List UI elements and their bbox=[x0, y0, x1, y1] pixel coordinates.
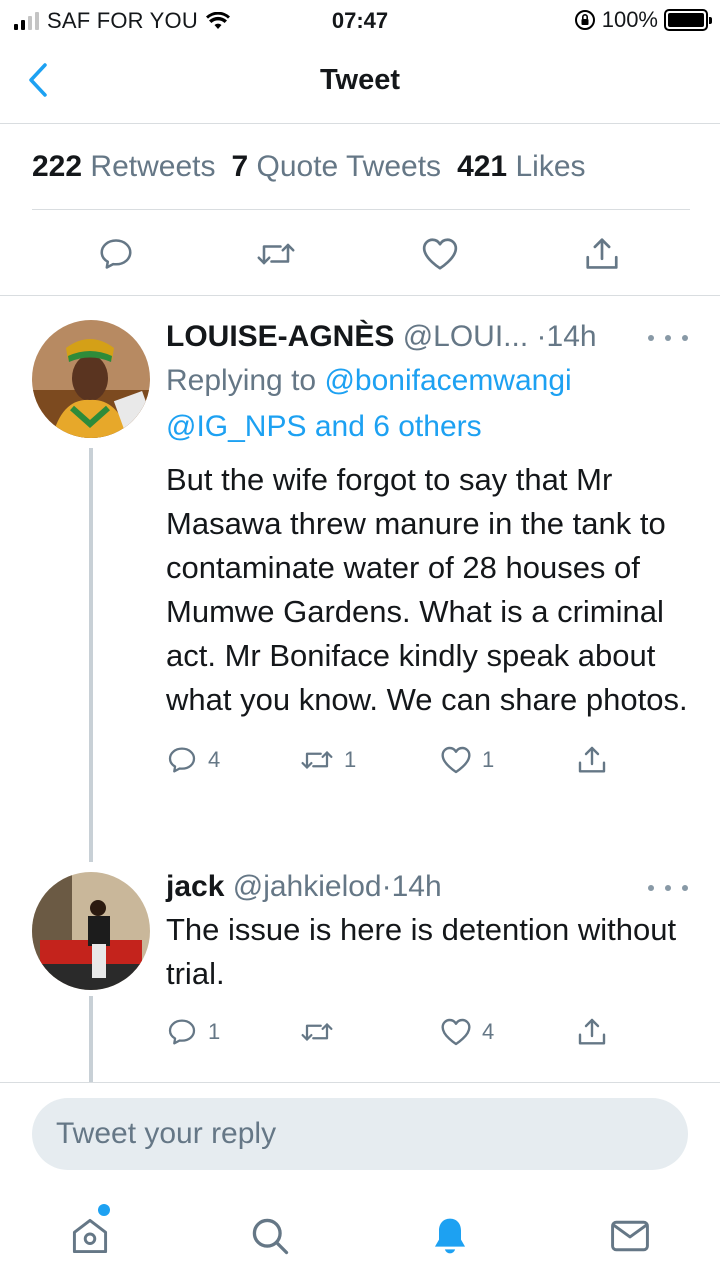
retweet-button[interactable]: 1 bbox=[300, 740, 356, 780]
comment-icon bbox=[168, 747, 196, 773]
avatar-image bbox=[32, 872, 150, 990]
reply-header: jack @jahkielod·14h bbox=[166, 866, 696, 908]
like-button[interactable] bbox=[420, 234, 460, 274]
avatar[interactable] bbox=[32, 872, 150, 990]
more-icon bbox=[648, 335, 654, 341]
reply-button[interactable]: 1 bbox=[166, 1012, 220, 1052]
retweet-button[interactable] bbox=[256, 234, 296, 274]
tab-home[interactable] bbox=[66, 1204, 114, 1260]
retweet-button[interactable] bbox=[300, 1012, 344, 1052]
user-handle[interactable]: @jahkielod bbox=[233, 870, 382, 903]
display-name[interactable]: jack bbox=[166, 870, 224, 903]
retweets-label: Retweets bbox=[90, 149, 216, 183]
likes-count: 421 bbox=[457, 149, 508, 183]
more-button[interactable] bbox=[648, 878, 688, 898]
divider bbox=[0, 1082, 720, 1083]
heart-icon bbox=[441, 746, 471, 774]
share-icon bbox=[578, 746, 606, 773]
reply-button[interactable] bbox=[96, 234, 136, 274]
reply-header: LOUISE-AGNÈS @LOUI... ·14h bbox=[166, 316, 696, 358]
comment-icon bbox=[100, 239, 132, 269]
user-handle[interactable]: @LOUI... bbox=[403, 320, 528, 353]
header: Tweet bbox=[0, 40, 720, 124]
retweet-icon bbox=[301, 1023, 333, 1041]
tweet-text: The issue is here is detention without t… bbox=[166, 912, 677, 991]
status-right: 100% bbox=[574, 7, 712, 33]
tab-bar bbox=[0, 1190, 720, 1280]
heart-icon bbox=[422, 238, 458, 270]
reply-actions: 1 4 bbox=[166, 1012, 696, 1056]
page-title: Tweet bbox=[319, 64, 401, 96]
reply-tweet[interactable]: jack @jahkielod·14h The issue is here is… bbox=[0, 862, 720, 1082]
display-name[interactable]: LOUISE-AGNÈS bbox=[166, 320, 394, 353]
avatar-image bbox=[32, 320, 150, 438]
battery-icon bbox=[664, 9, 712, 31]
battery-percent: 100% bbox=[601, 7, 658, 32]
mention-others-link[interactable]: @IG_NPS and 6 others bbox=[166, 410, 482, 443]
share-button[interactable] bbox=[576, 1012, 608, 1052]
likes-label: Likes bbox=[515, 149, 586, 183]
share-icon bbox=[586, 238, 618, 269]
likes-stat[interactable]: 421 Likes bbox=[457, 150, 585, 184]
separator-dot: · bbox=[381, 870, 392, 903]
more-icon bbox=[648, 885, 654, 891]
tab-messages[interactable] bbox=[606, 1212, 654, 1260]
quote-tweets-stat[interactable]: 7 Quote Tweets bbox=[231, 150, 441, 184]
quote-tweets-count: 7 bbox=[231, 149, 249, 183]
like-button[interactable]: 4 bbox=[440, 1012, 494, 1052]
heart-icon bbox=[441, 1018, 471, 1046]
status-bar: SAF FOR YOU 07:47 100% bbox=[0, 0, 720, 40]
search-icon bbox=[252, 1218, 289, 1255]
replying-to-prefix: Replying to bbox=[166, 364, 317, 397]
share-icon bbox=[578, 1018, 606, 1045]
timestamp: 14h bbox=[391, 870, 442, 903]
orientation-lock-icon bbox=[574, 10, 595, 30]
reply-count: 1 bbox=[208, 1019, 221, 1044]
tweet-stats: 222 Retweets 7 Quote Tweets 421 Likes bbox=[32, 124, 690, 210]
more-button[interactable] bbox=[648, 328, 688, 348]
reply-content: LOUISE-AGNÈS @LOUI... ·14h Replying to @… bbox=[166, 316, 696, 784]
reply-input[interactable] bbox=[32, 1098, 688, 1170]
quote-tweets-label: Quote Tweets bbox=[256, 149, 442, 183]
reply-content: jack @jahkielod·14h The issue is here is… bbox=[166, 866, 696, 1056]
retweet-count: 1 bbox=[344, 747, 357, 772]
share-button[interactable] bbox=[576, 740, 608, 780]
thread-line bbox=[89, 996, 93, 1082]
replying-to: Replying to @bonifacemwangi @IG_NPS and … bbox=[166, 358, 696, 450]
like-count: 4 bbox=[482, 1019, 495, 1044]
tweet-text: But the wife forgot to say that Mr Masaw… bbox=[166, 462, 688, 717]
timestamp: 14h bbox=[546, 320, 597, 353]
mail-icon bbox=[611, 1220, 649, 1252]
home-icon bbox=[72, 1218, 108, 1254]
retweet-icon bbox=[301, 751, 333, 769]
tab-notifications[interactable] bbox=[426, 1212, 474, 1260]
retweets-stat[interactable]: 222 Retweets bbox=[32, 150, 215, 184]
thread-line bbox=[89, 448, 93, 862]
retweet-icon bbox=[257, 243, 295, 265]
bell-icon bbox=[434, 1218, 466, 1254]
tab-search[interactable] bbox=[246, 1212, 294, 1260]
avatar[interactable] bbox=[32, 320, 150, 438]
mention-link[interactable]: @bonifacemwangi bbox=[324, 364, 571, 397]
notification-dot bbox=[98, 1204, 110, 1216]
reply-tweet[interactable]: LOUISE-AGNÈS @LOUI... ·14h Replying to @… bbox=[0, 296, 720, 862]
separator-dot: · bbox=[536, 320, 547, 353]
comment-icon bbox=[168, 1019, 196, 1045]
tweet-actions bbox=[0, 210, 720, 296]
reply-count: 4 bbox=[208, 747, 221, 772]
like-button[interactable]: 1 bbox=[440, 740, 494, 780]
retweets-count: 222 bbox=[32, 149, 83, 183]
like-count: 1 bbox=[482, 747, 495, 772]
share-button[interactable] bbox=[582, 234, 622, 274]
reply-button[interactable]: 4 bbox=[166, 740, 220, 780]
reply-actions: 4 1 1 bbox=[166, 740, 696, 784]
